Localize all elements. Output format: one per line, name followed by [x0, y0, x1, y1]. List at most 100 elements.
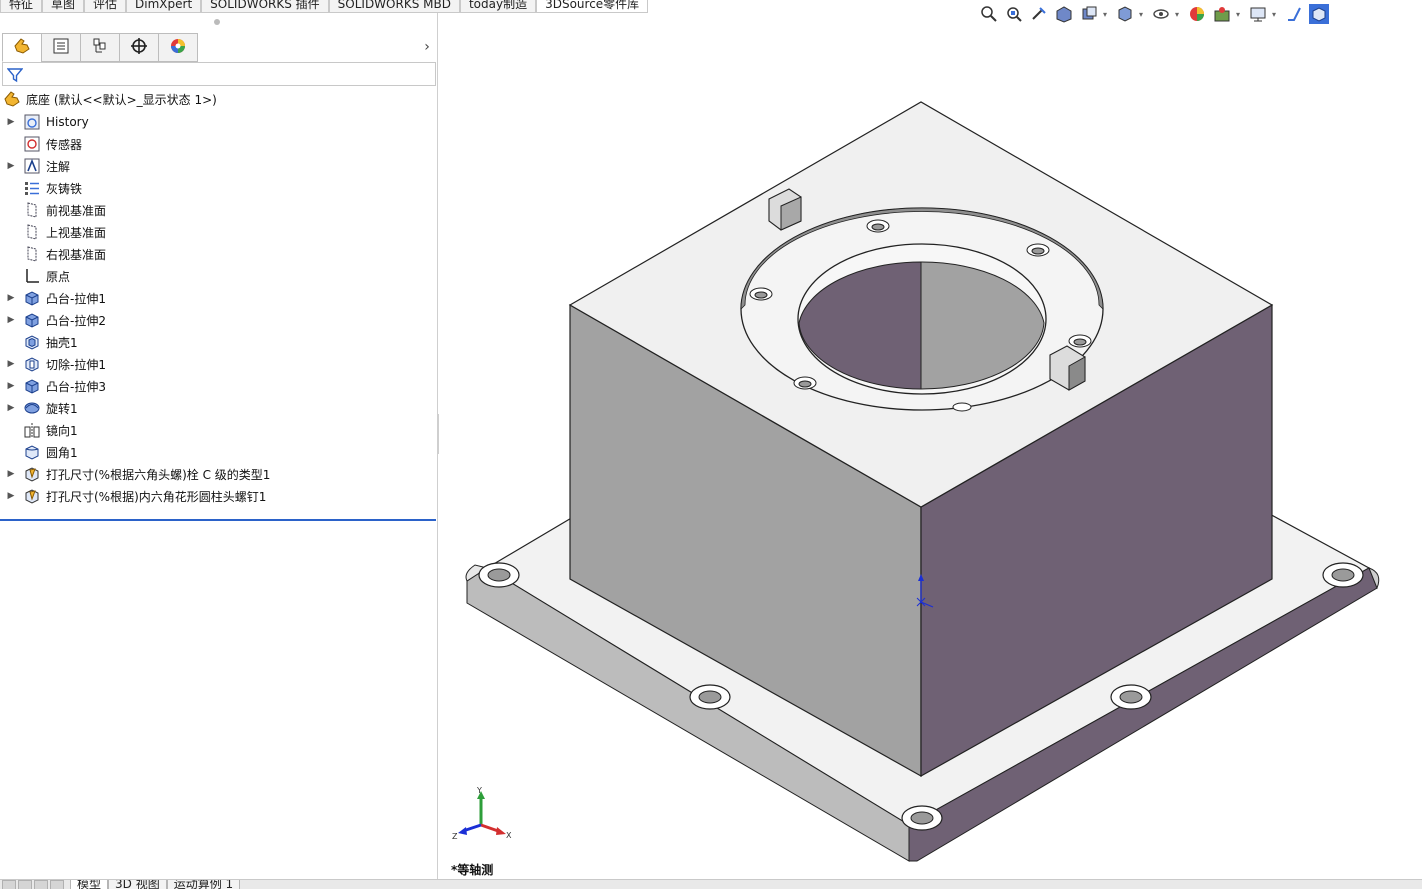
expand-arrow-icon[interactable]: ▶	[6, 359, 16, 369]
tab-display-manager[interactable]	[158, 33, 198, 62]
tab-solidworks-mbd[interactable]: SOLIDWORKS MBD	[328, 0, 460, 13]
feature-manager-icon	[12, 36, 32, 59]
feature-manager-panel: › 底座 (默认<<默认>_显示状态 1>) ▶History▶传感器▶注解▶灰…	[0, 13, 438, 879]
graphics-viewport[interactable]: ▾ ▾ ▾ ▾ ▾ Y X Z *等轴测	[439, 4, 1422, 879]
tree-filter-field[interactable]	[2, 62, 436, 86]
chevron-down-icon[interactable]: ▾	[1175, 10, 1183, 19]
feature-manager-tab-bar	[2, 33, 198, 62]
tree-item-label: 上视基准面	[46, 225, 107, 240]
tab-configuration-manager[interactable]	[80, 33, 120, 62]
tree-item-label: 镜向1	[46, 423, 78, 438]
fillet-icon	[22, 443, 42, 461]
tab-feature-manager[interactable]	[2, 33, 42, 62]
expand-panel-button[interactable]: ›	[420, 39, 434, 55]
tab-3d-view[interactable]: 3D 视图	[108, 880, 167, 889]
tree-item[interactable]: ▶镜向1	[0, 419, 436, 441]
property-manager-icon	[52, 37, 70, 58]
previous-tab-button[interactable]	[18, 880, 32, 889]
tree-item[interactable]: ▶右视基准面	[0, 243, 436, 265]
view-settings-icon[interactable]	[1247, 3, 1269, 25]
tab-evaluate[interactable]: 评估	[84, 0, 127, 13]
apply-scene-icon[interactable]	[1211, 3, 1233, 25]
tree-item[interactable]: ▶ 旋转1	[0, 397, 436, 419]
tab-property-manager[interactable]	[41, 33, 81, 62]
tree-item[interactable]: ▶ History	[0, 111, 436, 133]
origin-icon	[22, 267, 42, 285]
next-tab-button[interactable]	[34, 880, 48, 889]
edit-appearance-icon[interactable]	[1186, 3, 1208, 25]
triad-x-label: X	[506, 831, 512, 840]
tree-item[interactable]: ▶ 切除-拉伸1	[0, 353, 436, 375]
first-tab-button[interactable]	[2, 880, 16, 889]
tab-dimxpert-manager[interactable]	[119, 33, 159, 62]
tab-manufacturing[interactable]: today制造	[459, 0, 537, 13]
ring-hole	[866, 219, 890, 233]
rotate-icon[interactable]	[1283, 3, 1305, 25]
tree-item[interactable]: ▶前视基准面	[0, 199, 436, 221]
panel-grip[interactable]	[214, 19, 220, 25]
chevron-down-icon[interactable]: ▾	[1139, 10, 1147, 19]
tree-item-label: 前视基准面	[46, 203, 107, 218]
zoom-to-fit-icon[interactable]	[978, 3, 1000, 25]
tab-dimxpert[interactable]: DimXpert	[126, 0, 202, 13]
tree-item[interactable]: ▶ 注解	[0, 155, 436, 177]
3d-model-base[interactable]	[439, 13, 1422, 879]
expand-arrow-icon[interactable]: ▶	[6, 469, 16, 479]
ring-hole	[749, 287, 773, 301]
tab-model[interactable]: 模型	[70, 880, 109, 889]
tree-item[interactable]: ▶传感器	[0, 133, 436, 155]
isometric-cube-icon[interactable]	[1308, 3, 1330, 25]
tree-item[interactable]: ▶ 凸台-拉伸1	[0, 287, 436, 309]
tab-sketch[interactable]: 草图	[42, 0, 85, 13]
expand-arrow-icon[interactable]: ▶	[6, 117, 16, 127]
chevron-down-icon[interactable]: ▾	[1103, 10, 1111, 19]
tab-features[interactable]: 特征	[0, 0, 43, 13]
expand-arrow-icon[interactable]: ▶	[6, 403, 16, 413]
tree-item-label: 切除-拉伸1	[46, 357, 106, 372]
last-tab-button[interactable]	[50, 880, 64, 889]
tree-root-part[interactable]: 底座 (默认<<默认>_显示状态 1>)	[0, 89, 217, 109]
tree-item-label: 灰铸铁	[46, 181, 83, 196]
expand-arrow-icon[interactable]: ▶	[6, 161, 16, 171]
tree-item[interactable]: ▶圆角1	[0, 441, 436, 463]
rollback-bar[interactable]	[0, 519, 436, 521]
tab-3dsource-library[interactable]: 3DSource零件库	[536, 0, 649, 13]
expand-arrow-icon[interactable]: ▶	[6, 315, 16, 325]
display-style-icon[interactable]	[1114, 3, 1136, 25]
boss-extrude-icon	[22, 377, 42, 395]
tree-item-label: 传感器	[46, 137, 83, 152]
tree-item-label: 抽壳1	[46, 335, 78, 350]
tree-item[interactable]: ▶原点	[0, 265, 436, 287]
ring-hole	[952, 402, 972, 412]
tree-item[interactable]: ▶ 凸台-拉伸3	[0, 375, 436, 397]
zoom-to-area-icon[interactable]	[1003, 3, 1025, 25]
tab-solidworks-addins[interactable]: SOLIDWORKS 插件	[201, 0, 329, 13]
solidworks-window: 特征 草图 评估 DimXpert SOLIDWORKS 插件 SOLIDWOR…	[0, 0, 1422, 889]
tab-motion-study[interactable]: 运动算例 1	[166, 880, 241, 889]
chevron-down-icon[interactable]: ▾	[1236, 10, 1244, 19]
tree-item[interactable]: ▶灰铸铁	[0, 177, 436, 199]
expand-arrow-icon[interactable]: ▶	[6, 381, 16, 391]
chevron-down-icon[interactable]: ▾	[1272, 10, 1280, 19]
expand-arrow-icon[interactable]: ▶	[6, 491, 16, 501]
tree-item[interactable]: ▶上视基准面	[0, 221, 436, 243]
tree-item[interactable]: ▶抽壳1	[0, 331, 436, 353]
section-view-icon[interactable]	[1053, 3, 1075, 25]
tree-item-label: 圆角1	[46, 445, 78, 460]
hide-show-icon[interactable]	[1150, 3, 1172, 25]
view-orientation-icon[interactable]	[1078, 3, 1100, 25]
material-icon	[22, 179, 42, 197]
tree-item-label: 凸台-拉伸3	[46, 379, 106, 394]
cut-extrude-icon	[22, 355, 42, 373]
revolve-icon	[22, 399, 42, 417]
sensor-icon	[22, 135, 42, 153]
plane-icon	[22, 245, 42, 263]
configuration-manager-icon	[91, 37, 109, 58]
expand-arrow-icon[interactable]: ▶	[6, 293, 16, 303]
tree-root-label: 底座 (默认<<默认>_显示状态 1>)	[26, 92, 217, 107]
previous-view-icon[interactable]	[1028, 3, 1050, 25]
tree-item[interactable]: ▶ 打孔尺寸(%根据六角头螺)栓 C 级的类型1	[0, 463, 436, 485]
tree-item[interactable]: ▶ 打孔尺寸(%根据)内六角花形圆柱头螺钉1	[0, 485, 436, 507]
shell-icon	[22, 333, 42, 351]
tree-item[interactable]: ▶ 凸台-拉伸2	[0, 309, 436, 331]
